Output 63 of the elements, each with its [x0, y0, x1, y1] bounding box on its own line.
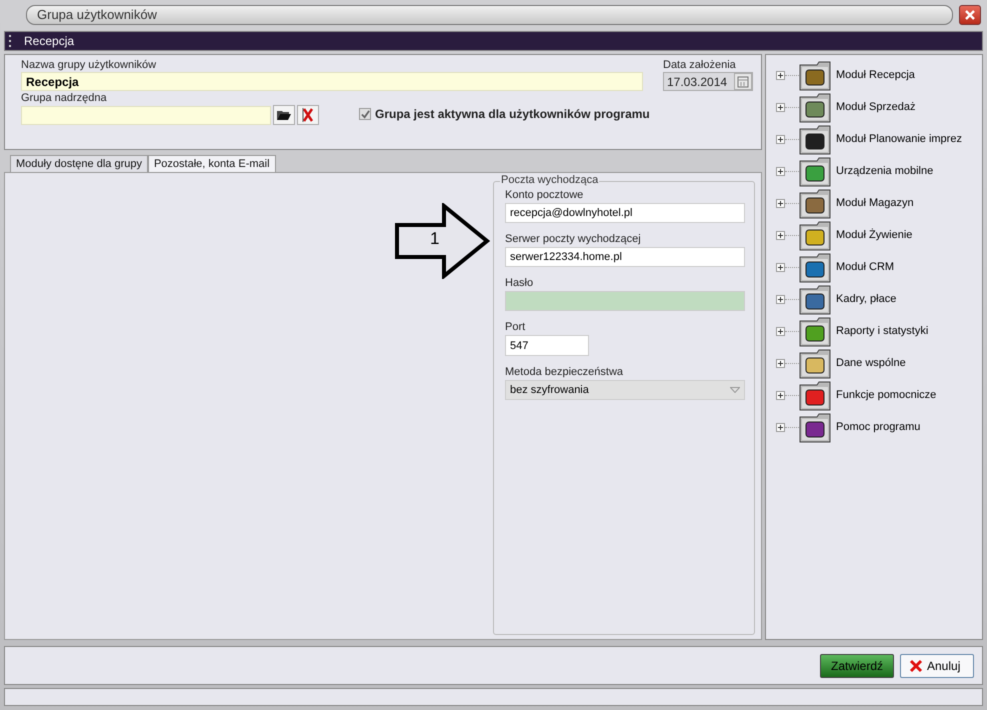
tree-item[interactable]: Moduł Recepcja — [836, 69, 915, 81]
check-icon — [360, 110, 370, 118]
field-label: Port — [505, 320, 526, 334]
close-button[interactable] — [959, 5, 981, 25]
tree-item[interactable]: Raporty i statystyki — [836, 325, 928, 337]
expand-icon[interactable] — [776, 326, 785, 336]
expand-icon[interactable] — [776, 102, 785, 112]
close-icon — [909, 658, 923, 672]
tree-item[interactable]: Urządzenia mobilne — [836, 165, 934, 177]
expand-icon[interactable] — [776, 134, 785, 144]
clear-button[interactable] — [297, 105, 319, 125]
tree-item[interactable]: Kadry, płace — [836, 293, 896, 305]
field-label: Nazwa grupy użytkowników — [21, 59, 158, 71]
tree-item[interactable]: Moduł Sprzedaż — [836, 101, 916, 113]
confirm-button[interactable]: Zatwierdź — [820, 654, 894, 678]
dropdown[interactable]: bez szyfrowania — [505, 380, 745, 400]
field-label: Metoda bezpieczeństwa — [505, 365, 624, 379]
expand-icon[interactable] — [776, 358, 785, 368]
calendar-button[interactable] — [734, 73, 752, 90]
date-field[interactable]: 17.03.2014 — [663, 72, 753, 91]
band-title: Recepcja — [24, 34, 74, 48]
expand-icon[interactable] — [776, 70, 785, 80]
field-label: Konto pocztowe — [505, 188, 584, 202]
name-field[interactable]: Recepcja — [21, 72, 643, 91]
tree-item[interactable]: Moduł Żywienie — [836, 229, 912, 241]
tree-item[interactable]: Moduł CRM — [836, 261, 894, 273]
close-icon — [964, 9, 976, 21]
field-label: Grupa nadrzędna — [21, 92, 108, 104]
arrow-icon — [394, 203, 490, 279]
calendar-icon — [737, 76, 749, 88]
expand-icon[interactable] — [776, 390, 785, 400]
folder-icon — [276, 109, 292, 121]
dropdown-caret-icon — [730, 387, 740, 393]
grip-icon — [9, 34, 12, 48]
annotation-number: 1 — [430, 229, 440, 249]
port-field[interactable]: 547 — [505, 335, 589, 356]
tree-item[interactable]: Moduł Magazyn — [836, 197, 914, 209]
checkbox[interactable] — [359, 108, 371, 120]
text-field[interactable]: recepcja@dowlnyhotel.pl — [505, 203, 745, 223]
field-label: Hasło — [505, 276, 534, 290]
password-field[interactable] — [505, 291, 745, 311]
tab[interactable]: Moduły dostęne dla grupy — [10, 155, 148, 172]
tree-item[interactable]: Dane wspólne — [836, 357, 906, 369]
parent-group-field[interactable] — [21, 106, 271, 124]
tab[interactable]: Pozostałe, konta E-mail — [148, 155, 276, 172]
text-field[interactable]: serwer122334.home.pl — [505, 247, 745, 267]
expand-icon[interactable] — [776, 230, 785, 240]
field-label: Data założenia — [663, 59, 737, 71]
group-title: Poczta wychodząca — [500, 174, 600, 186]
tree-item[interactable]: Funkcje pomocnicze — [836, 389, 936, 401]
window-title: Grupa użytkowników — [26, 5, 953, 25]
checkbox-label: Grupa jest aktywna dla użytkowników programu — [375, 107, 650, 121]
expand-icon[interactable] — [776, 422, 785, 432]
tree-item[interactable]: Moduł Planowanie imprez — [836, 133, 962, 145]
clear-icon — [301, 107, 315, 123]
expand-icon[interactable] — [776, 198, 785, 208]
field-label: Serwer poczty wychodzącej — [505, 232, 642, 246]
browse-button[interactable] — [273, 105, 295, 125]
expand-icon[interactable] — [776, 294, 785, 304]
expand-icon[interactable] — [776, 166, 785, 176]
cancel-button[interactable]: Anuluj — [900, 654, 974, 678]
tree-item[interactable]: Pomoc programu — [836, 421, 920, 433]
expand-icon[interactable] — [776, 262, 785, 272]
